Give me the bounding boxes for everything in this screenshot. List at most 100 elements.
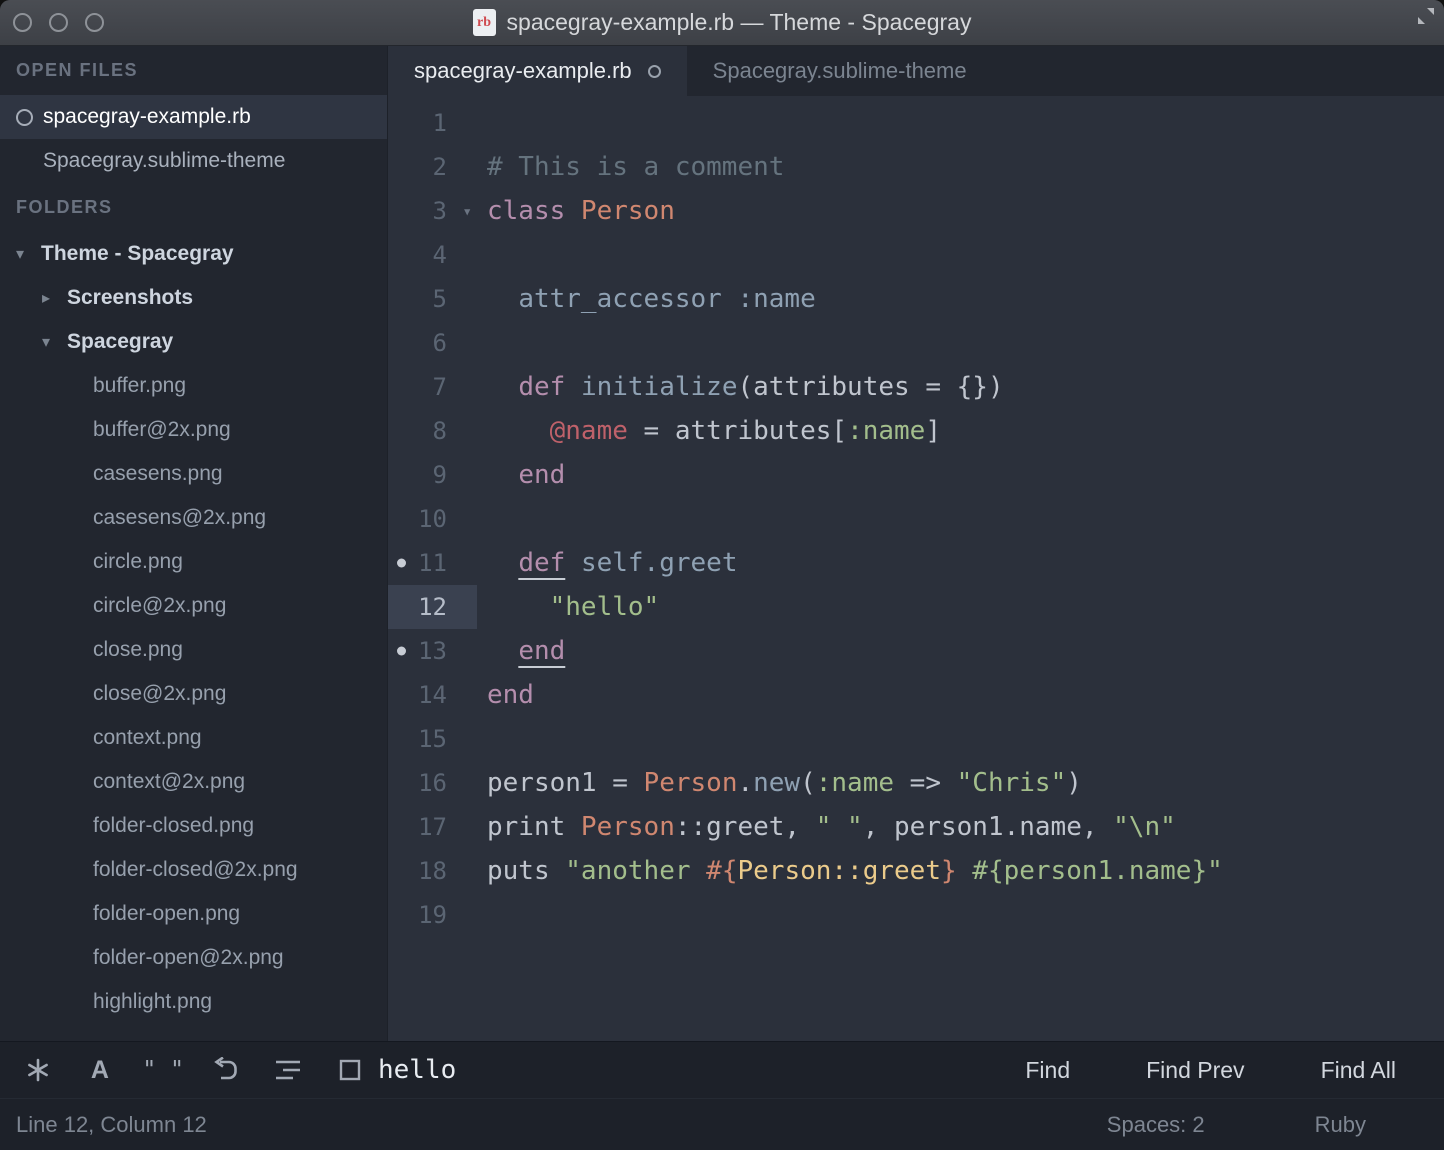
code-row[interactable]: 14 end [388,673,1444,717]
line-number[interactable]: 9 [388,453,477,497]
highlight-matches-icon[interactable] [335,1054,364,1086]
file-item[interactable]: folder-open.png [0,892,387,936]
code-line[interactable]: class Person [487,196,675,226]
code-row[interactable]: 7 def initialize(attributes = {}) [388,365,1444,409]
code-row[interactable]: 9 end [388,453,1444,497]
code-row[interactable]: 13 end [388,629,1444,673]
file-item[interactable]: buffer.png [0,364,387,408]
line-number[interactable]: 7 [388,365,477,409]
code-row[interactable]: 15 [388,717,1444,761]
chevron-down-icon[interactable]: ▾ [16,244,41,264]
code-line[interactable]: person1 = Person.new(:name => "Chris") [487,768,1082,798]
folder-item[interactable]: ▾Spacegray [0,320,387,364]
line-number[interactable]: 16 [388,761,477,805]
folder-item[interactable]: ▸Screenshots [0,276,387,320]
file-item[interactable]: folder-open@2x.png [0,936,387,980]
line-number[interactable]: 1 [388,101,477,145]
code-line[interactable]: puts "another #{Person::greet} #{person1… [487,856,1223,886]
code-row[interactable]: 6 [388,321,1444,365]
regex-icon[interactable] [24,1054,53,1086]
line-number[interactable]: 19 [388,893,477,937]
file-item[interactable]: context.png [0,716,387,760]
file-item[interactable]: circle.png [0,540,387,584]
close-button[interactable] [13,13,32,32]
line-number[interactable]: 8 [388,409,477,453]
whole-word-icon[interactable]: " " [147,1054,179,1086]
line-number[interactable]: 3▾ [388,189,477,233]
line-number[interactable]: 12 [388,585,477,629]
open-file-item[interactable]: Spacegray.sublime-theme [0,139,387,183]
wrap-icon[interactable] [212,1054,241,1086]
code-row[interactable]: 18 puts "another #{Person::greet} #{perso… [388,849,1444,893]
file-item[interactable]: highlight.png [0,980,387,1024]
find-prev-button[interactable]: Find Prev [1146,1057,1244,1084]
code-row[interactable]: 4 [388,233,1444,277]
line-number[interactable]: 2 [388,145,477,189]
code-row[interactable]: 19 [388,893,1444,937]
code-line[interactable]: end [487,636,565,666]
file-item[interactable]: folder-closed@2x.png [0,848,387,892]
line-number[interactable]: 17 [388,805,477,849]
find-input[interactable] [378,1055,1025,1085]
in-selection-icon[interactable] [274,1054,303,1086]
code-row[interactable]: 5 attr_accessor :name [388,277,1444,321]
code-line[interactable]: def initialize(attributes = {}) [487,372,1004,402]
case-sensitive-icon[interactable]: A [86,1054,115,1086]
code-row[interactable]: 2 # This is a comment [388,145,1444,189]
line-number[interactable]: 15 [388,717,477,761]
line-number[interactable]: 11 [388,541,477,585]
minimize-button[interactable] [49,13,68,32]
editor-tab[interactable]: Spacegray.sublime-theme [687,46,993,96]
file-item[interactable]: context@2x.png [0,760,387,804]
code-line[interactable]: end [487,460,565,490]
code-line[interactable]: def self.greet [487,548,737,578]
open-files-list: spacegray-example.rbSpacegray.sublime-th… [0,95,387,183]
editor-tab[interactable]: spacegray-example.rb [388,46,687,96]
folder-item[interactable]: ▾Theme - Spacegray [0,232,387,276]
code-line[interactable]: attr_accessor :name [487,284,816,314]
line-number[interactable]: 18 [388,849,477,893]
chevron-right-icon[interactable]: ▸ [42,288,67,308]
open-file-item[interactable]: spacegray-example.rb [0,95,387,139]
fullscreen-icon[interactable] [1415,5,1437,32]
code-line[interactable]: "hello" [487,592,659,622]
code-row[interactable]: 17 print Person::greet, " ", person1.name… [388,805,1444,849]
file-item[interactable]: buffer@2x.png [0,408,387,452]
chevron-down-icon[interactable]: ▾ [42,332,67,352]
line-number[interactable]: 4 [388,233,477,277]
code-row[interactable]: 10 [388,497,1444,541]
file-item[interactable]: close.png [0,628,387,672]
file-item[interactable]: casesens@2x.png [0,496,387,540]
fold-chevron-icon[interactable]: ▾ [462,202,472,221]
code-line[interactable]: print Person::greet, " ", person1.name, … [487,812,1176,842]
line-number[interactable]: 14 [388,673,477,717]
code-line[interactable]: @name = attributes[:name] [487,416,941,446]
code-row[interactable]: 1 [388,101,1444,145]
code-line[interactable]: # This is a comment [487,152,784,182]
file-item[interactable]: casesens.png [0,452,387,496]
window-title-group: rb spacegray-example.rb — Theme - Spaceg… [473,9,972,36]
item-label: folder-open@2x.png [93,946,284,970]
tab-label: Spacegray.sublime-theme [713,58,967,84]
file-item[interactable]: circle@2x.png [0,584,387,628]
line-number-text: 4 [433,241,447,269]
syntax-setting[interactable]: Ruby [1315,1112,1366,1138]
line-number[interactable]: 10 [388,497,477,541]
indent-setting[interactable]: Spaces: 2 [1107,1112,1205,1138]
line-number[interactable]: 6 [388,321,477,365]
line-number[interactable]: 5 [388,277,477,321]
code-row[interactable]: 3▾ class Person [388,189,1444,233]
zoom-button[interactable] [85,13,104,32]
code-row[interactable]: 11 def self.greet [388,541,1444,585]
tab-label: spacegray-example.rb [414,58,632,84]
code-row[interactable]: 16 person1 = Person.new(:name => "Chris") [388,761,1444,805]
find-button[interactable]: Find [1025,1057,1070,1084]
code-line[interactable]: end [487,680,534,710]
code-row[interactable]: 8 @name = attributes[:name] [388,409,1444,453]
file-item[interactable]: close@2x.png [0,672,387,716]
code-editor[interactable]: 12 # This is a comment 3▾ class Person 4 5 at… [388,96,1444,1041]
code-row[interactable]: 12 "hello" [388,585,1444,629]
line-number[interactable]: 13 [388,629,477,673]
file-item[interactable]: folder-closed.png [0,804,387,848]
find-all-button[interactable]: Find All [1321,1057,1396,1084]
